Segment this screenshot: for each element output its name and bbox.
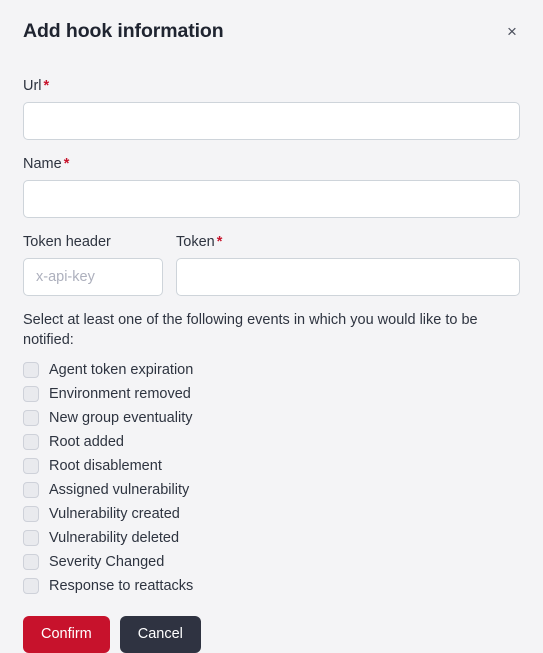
- token-header-input[interactable]: [23, 258, 163, 296]
- url-label-text: Url: [23, 78, 42, 94]
- checkbox-label: Severity Changed: [49, 554, 165, 570]
- list-item[interactable]: Root added: [23, 430, 520, 454]
- list-item[interactable]: New group eventuality: [23, 406, 520, 430]
- url-input[interactable]: [23, 102, 520, 140]
- checkbox-icon[interactable]: [23, 458, 39, 474]
- url-field-group: Url *: [23, 76, 520, 140]
- checkbox-icon[interactable]: [23, 554, 39, 570]
- name-field-group: Name *: [23, 154, 520, 218]
- modal-body: Url* Name* Token header Token* Select at…: [0, 56, 543, 598]
- list-item[interactable]: Response to reattacks: [23, 574, 520, 598]
- name-label-text: Name: [23, 156, 62, 172]
- list-item[interactable]: Environment removed: [23, 382, 520, 406]
- page-title: Add hook information: [23, 20, 224, 42]
- name-label: Name *: [23, 154, 520, 174]
- confirm-button[interactable]: Confirm: [23, 616, 110, 653]
- name-required-marker: *: [63, 156, 70, 172]
- modal-header: Add hook information ×: [0, 0, 543, 56]
- checkbox-icon[interactable]: [23, 410, 39, 426]
- checkbox-label: Root disablement: [49, 458, 162, 474]
- add-hook-modal: Add hook information × Url * Name * Token …: [0, 0, 543, 653]
- token-field-group: Token *: [176, 232, 520, 296]
- token-label-text: Token: [176, 234, 215, 250]
- checkbox-label: New group eventuality: [49, 410, 193, 426]
- checkbox-label: Agent token expiration: [49, 362, 194, 378]
- url-label: Url *: [23, 76, 520, 96]
- token-header-field-group: Token header: [23, 232, 163, 296]
- checkbox-icon[interactable]: [23, 530, 39, 546]
- list-item[interactable]: Assigned vulnerability: [23, 478, 520, 502]
- checkbox-icon[interactable]: [23, 386, 39, 402]
- token-label: Token *: [176, 232, 520, 252]
- token-row: Token header Token*: [23, 232, 520, 296]
- checkbox-label: Root added: [49, 434, 124, 450]
- checkbox-icon[interactable]: [23, 578, 39, 594]
- events-instructions: Select at least one of the following eve…: [23, 312, 478, 348]
- events-checkbox-list: Agent token expiration Environment remove…: [23, 358, 520, 598]
- name-input[interactable]: [23, 180, 520, 218]
- checkbox-icon[interactable]: [23, 362, 39, 378]
- list-item[interactable]: Severity Changed: [23, 550, 520, 574]
- list-item[interactable]: Vulnerability deleted: [23, 526, 520, 550]
- close-icon[interactable]: ×: [501, 20, 523, 42]
- token-required-marker: *: [216, 234, 223, 250]
- checkbox-icon[interactable]: [23, 482, 39, 498]
- checkbox-icon[interactable]: [23, 434, 39, 450]
- token-input[interactable]: [176, 258, 520, 296]
- checkbox-label: Response to reattacks: [49, 578, 194, 594]
- list-item[interactable]: Root disablement: [23, 454, 520, 478]
- checkbox-icon[interactable]: [23, 506, 39, 522]
- list-item[interactable]: Vulnerability created: [23, 502, 520, 526]
- checkbox-label: Vulnerability deleted: [49, 530, 180, 546]
- modal-footer: Confirm Cancel: [0, 598, 543, 653]
- token-header-label: Token header: [23, 234, 111, 250]
- list-item[interactable]: Agent token expiration: [23, 358, 520, 382]
- cancel-button[interactable]: Cancel: [119, 616, 201, 653]
- url-required-marker: *: [43, 78, 50, 94]
- checkbox-label: Assigned vulnerability: [49, 482, 190, 498]
- checkbox-label: Vulnerability created: [49, 506, 180, 522]
- checkbox-label: Environment removed: [49, 386, 191, 402]
